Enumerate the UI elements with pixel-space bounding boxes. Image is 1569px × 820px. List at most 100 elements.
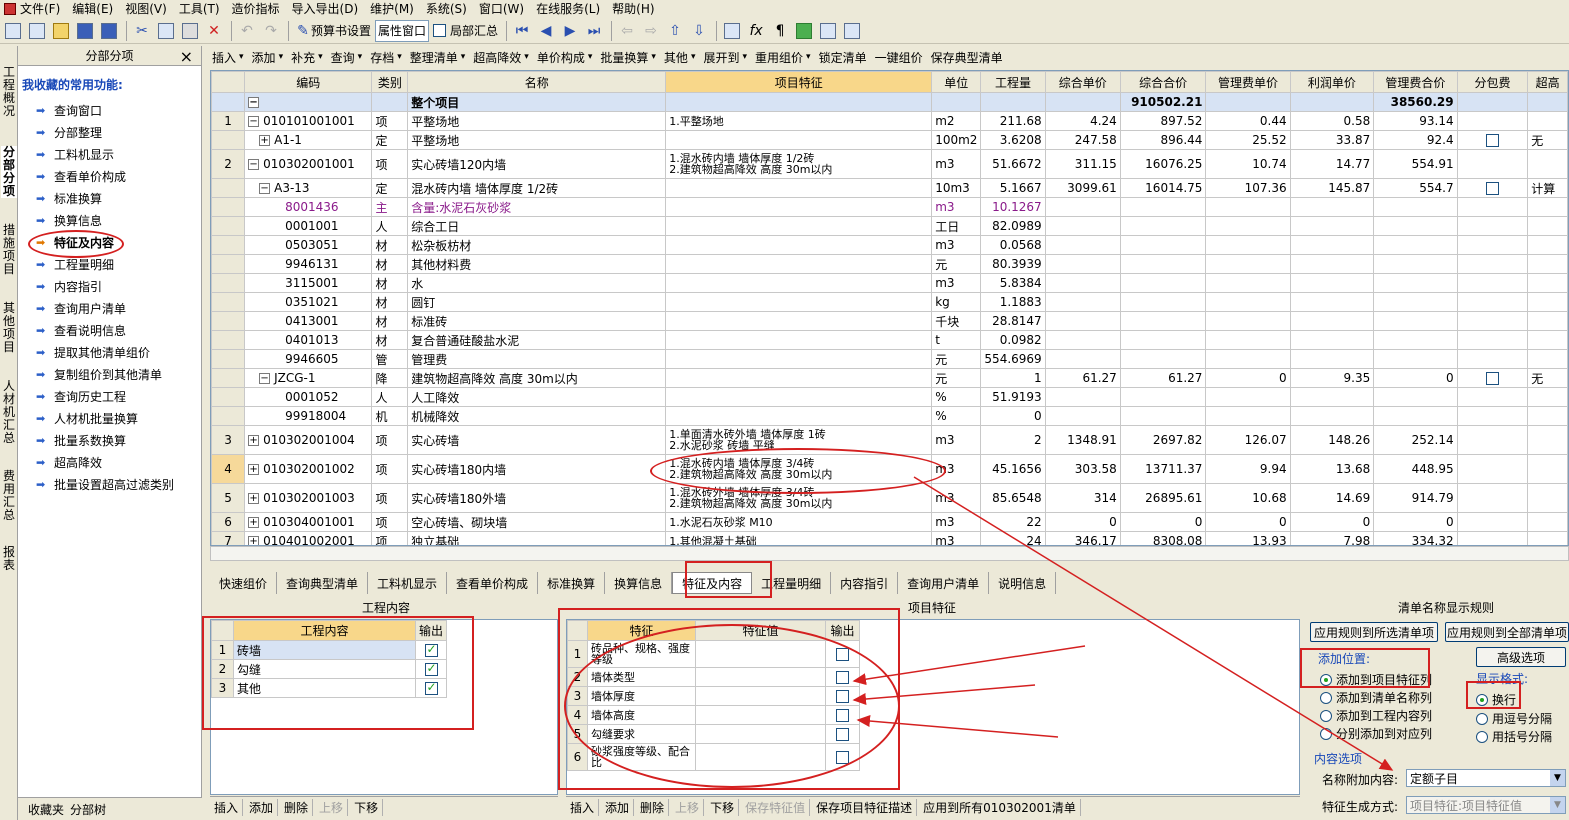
save-button[interactable] — [74, 20, 96, 42]
panel-toolbar-button[interactable]: 下移 — [350, 799, 384, 816]
menu-file[interactable]: 文件(F) — [20, 0, 60, 17]
table-row[interactable]: 5 +010302001003 项实心砖墙180外墙 1.混水砖外墙 墙体厚度 3/4… — [211, 483, 1568, 513]
table-row[interactable]: 3 +010302001004 项实心砖墙 1.单面清水砖外墙 墙体厚度 1砖 2.水… — [211, 425, 1568, 455]
bottom-tab[interactable]: 特征及内容 — [672, 572, 753, 594]
header-output[interactable]: 输出 — [414, 620, 448, 641]
apply-all-button[interactable]: 应用规则到全部清单项 — [1445, 622, 1569, 642]
redo-button[interactable]: ↷ — [260, 20, 282, 42]
calculator-button[interactable] — [721, 20, 743, 42]
favorite-item[interactable]: ➡ 内容指引 — [18, 275, 201, 297]
collapse-icon[interactable]: − — [259, 183, 271, 194]
panel-toolbar-button[interactable]: 保存项目特征描述 — [812, 799, 918, 816]
favorite-item[interactable]: ➡ 查看说明信息 — [18, 319, 201, 341]
favorite-item[interactable]: ➡ 查询用户清单 — [18, 297, 201, 319]
vtab-sub-items[interactable]: 分部分项 — [1, 146, 17, 198]
table-row[interactable]: 8001436 主含量:水泥石灰砂浆 m3 10.1267 — [211, 197, 1568, 217]
close-icon[interactable]: × — [180, 47, 193, 66]
header-quantity[interactable]: 工程量 — [980, 71, 1046, 93]
append-content-select[interactable]: 定额子目 ▼ — [1406, 769, 1566, 787]
subcontract-checkbox[interactable] — [1485, 134, 1499, 147]
feature-gen-select[interactable]: 项目特征:项目特征值 ▼ — [1406, 796, 1566, 814]
feature-name[interactable]: 墙体类型 — [587, 667, 696, 687]
table-row[interactable]: − A3-13 定混水砖内墙 墙体厚度 1/2砖 10m3 5.1667 3099.61 1… — [211, 178, 1568, 198]
output-checkbox[interactable] — [424, 642, 438, 657]
panel-toolbar-button[interactable]: 下移 — [706, 799, 740, 816]
header-work-content[interactable]: 工程内容 — [233, 620, 416, 641]
work-content-name[interactable]: 砖墙 — [233, 640, 416, 660]
output-checkbox[interactable] — [836, 751, 849, 764]
output-checkbox[interactable] — [424, 680, 438, 695]
grid-toolbar-button[interactable]: 其他 — [662, 46, 698, 68]
header-mgmt-unit[interactable]: 管理费单价 — [1205, 71, 1291, 93]
favorite-item[interactable]: ➡ 提取其他清单组价 — [18, 341, 201, 363]
expand-icon[interactable]: + — [248, 517, 260, 528]
favorite-item[interactable]: ➡ 换算信息 — [18, 209, 201, 231]
collapse-icon[interactable]: − — [248, 116, 260, 127]
output-checkbox[interactable] — [836, 671, 849, 684]
header-profit-unit[interactable]: 利润单价 — [1289, 71, 1375, 93]
vtab-project-overview[interactable]: 工程概况 — [1, 66, 17, 118]
header-mgmt-total[interactable]: 管理费合价 — [1373, 71, 1458, 93]
property-window-button[interactable]: 属性窗口 — [375, 19, 430, 42]
header-features[interactable]: 项目特征 — [665, 71, 933, 93]
header-extra[interactable]: 超高 — [1527, 71, 1568, 93]
menu-online[interactable]: 在线服务(L) — [536, 0, 600, 17]
favorite-item[interactable]: ➡ 批量设置超高过滤类别 — [18, 473, 201, 495]
header-output[interactable]: 输出 — [825, 620, 860, 641]
chevron-down-icon[interactable]: ▼ — [1550, 797, 1565, 813]
position-option-work-content[interactable]: 添加到工程内容列 — [1320, 707, 1432, 724]
advanced-options-button[interactable]: 高级选项 — [1476, 647, 1566, 667]
table-row[interactable]: 3115001 材水 m3 5.8384 — [211, 273, 1568, 293]
expand-icon[interactable]: + — [248, 493, 260, 504]
favorite-item[interactable]: ➡ 人材机批量换算 — [18, 407, 201, 429]
menu-maintain[interactable]: 维护(M) — [370, 0, 414, 17]
table-row[interactable]: − JZCG-1 降建筑物超高降效 高度 30m以内元 1 61.27 61.27 0 9.3… — [211, 368, 1568, 388]
menu-view[interactable]: 视图(V) — [125, 0, 167, 17]
output-checkbox[interactable] — [836, 709, 849, 722]
header-feature[interactable]: 特征 — [587, 620, 696, 641]
bottom-tab[interactable]: 查看单价构成 — [447, 572, 539, 594]
header-subcontract[interactable]: 分包费 — [1456, 71, 1529, 93]
grid-toolbar-button[interactable]: 一键组价 — [873, 46, 925, 68]
tab-division-tree[interactable]: 分部树 — [70, 801, 106, 818]
table-row[interactable]: + A1-1 定平整场地 100m2 3.6208 247.58 896.44 25.52 33… — [211, 130, 1568, 150]
output-checkbox[interactable] — [836, 690, 849, 703]
table-row[interactable]: 7 +010401002001 项独立基础 1.其他混凝土基础 m3 24 346.17 83… — [211, 531, 1568, 545]
menu-system[interactable]: 系统(S) — [426, 0, 467, 17]
format-option-bracket[interactable]: 用括号分隔 — [1476, 728, 1552, 745]
new-project-button[interactable] — [26, 20, 48, 42]
header-feature-value[interactable]: 特征值 — [695, 620, 826, 641]
formula-button[interactable]: fx — [745, 20, 767, 42]
grid-toolbar-button[interactable]: 锁定清单 — [817, 46, 869, 68]
menu-window[interactable]: 窗口(W) — [479, 0, 524, 17]
position-option-each[interactable]: 分别添加到对应列 — [1320, 725, 1432, 742]
vtab-reports[interactable]: 报表 — [1, 546, 17, 572]
feature-value-cell[interactable] — [695, 724, 826, 744]
open-button[interactable] — [50, 20, 72, 42]
apply-selected-button[interactable]: 应用规则到所选清单项 — [1310, 622, 1438, 642]
table-row[interactable]: 0413001 材标准砖 千块 28.8147 — [211, 311, 1568, 331]
last-button[interactable]: ⏭ — [583, 20, 605, 42]
expand-icon[interactable]: + — [259, 135, 271, 146]
save-all-button[interactable] — [98, 20, 120, 42]
expand-icon[interactable]: + — [248, 435, 260, 446]
grid-toolbar-button[interactable]: 插入 — [210, 46, 246, 68]
grid-toolbar-button[interactable]: 整理清单 — [408, 46, 468, 68]
table-row[interactable]: 3 其他 — [211, 678, 448, 698]
partial-summary-button[interactable]: 局部汇总 — [431, 20, 500, 42]
favorite-item[interactable]: ➡ 批量系数换算 — [18, 429, 201, 451]
expand-icon[interactable]: + — [248, 536, 260, 545]
feature-value-cell[interactable] — [695, 705, 826, 725]
feature-name[interactable]: 砖品种、规格、强度等级 — [587, 640, 696, 668]
paste-button[interactable] — [179, 20, 201, 42]
panel-toolbar-button[interactable]: 插入 — [566, 799, 600, 816]
panel-toolbar-button[interactable]: 插入 — [210, 799, 244, 816]
delete-button[interactable]: ✕ — [203, 20, 225, 42]
move-up-button[interactable]: ⇧ — [664, 20, 686, 42]
report-button[interactable] — [841, 20, 863, 42]
subcontract-checkbox[interactable] — [1485, 372, 1499, 385]
table-row[interactable]: 9946605 管管理费 元 554.6969 — [211, 349, 1568, 369]
feature-name[interactable]: 墙体高度 — [587, 705, 696, 725]
table-row[interactable]: 1 砖墙 — [211, 640, 448, 660]
menu-help[interactable]: 帮助(H) — [612, 0, 654, 17]
